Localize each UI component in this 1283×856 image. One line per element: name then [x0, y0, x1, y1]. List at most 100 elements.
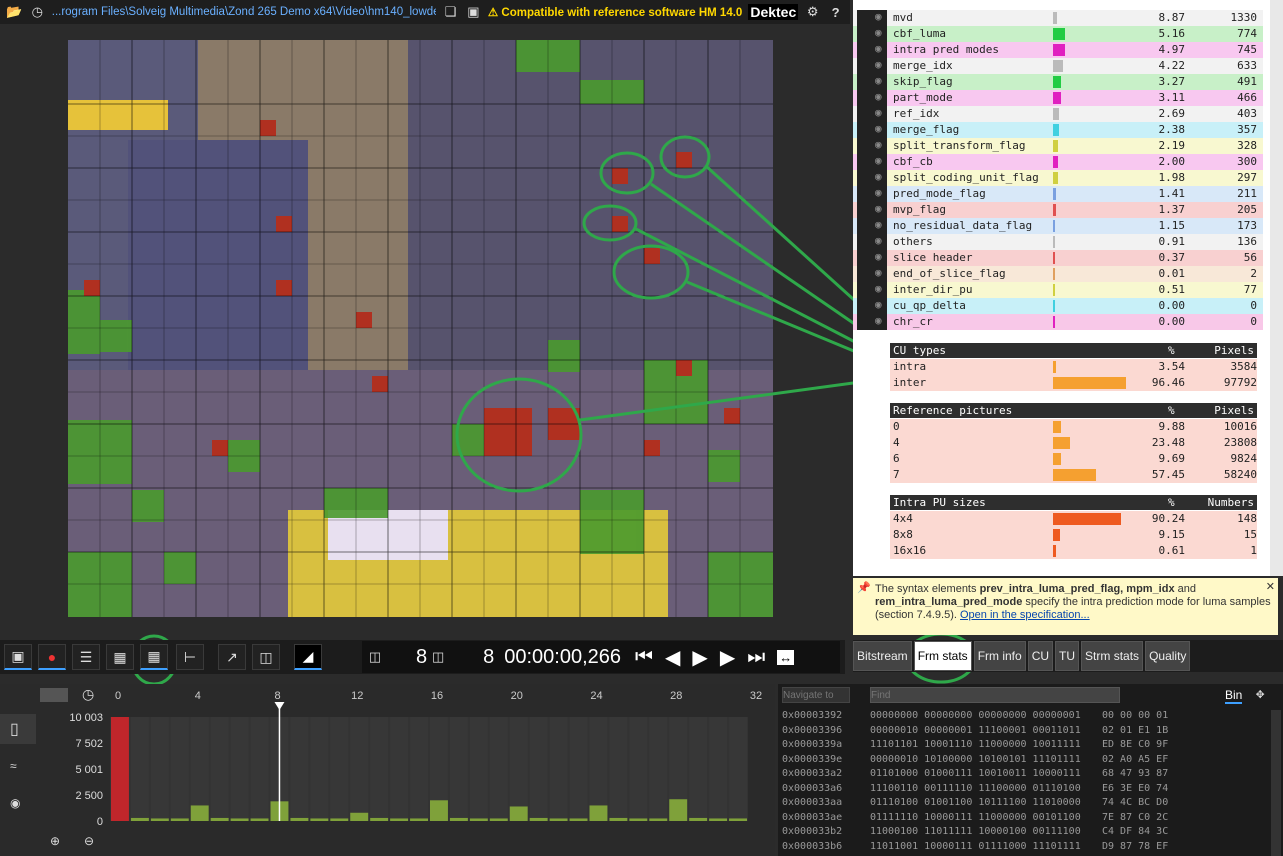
color-planes-button[interactable]: ●	[38, 644, 66, 670]
ref_pics-row[interactable]: 4 23.48 23808	[890, 435, 1257, 451]
intra_pu-row[interactable]: 8x8 9.15 15	[890, 527, 1257, 543]
eye-icon[interactable]: ◉	[875, 186, 882, 199]
hex-row[interactable]: 0x00003396 00000010 00000001 11100001 000…	[782, 725, 1168, 740]
eye-icon[interactable]: ◉	[875, 58, 882, 71]
frame-bar[interactable]	[569, 818, 588, 821]
grid-view-button[interactable]: ▦	[106, 644, 134, 670]
eye-icon[interactable]: ◉	[875, 250, 882, 263]
hex-row[interactable]: 0x000033aa 01110100 01001100 10111100 110…	[782, 797, 1168, 812]
hex-row[interactable]: 0x000033b6 11011001 10000111 01111000 111…	[782, 841, 1168, 856]
hex-row[interactable]: 0x0000339e 00000010 10100000 10100101 111…	[782, 754, 1168, 769]
tab-strm-stats[interactable]: Strm stats	[1081, 641, 1144, 671]
play-icon[interactable]: ▶	[692, 645, 707, 670]
syntax-row[interactable]: ◉ no_residual_data_flag 1.15 173	[853, 218, 1263, 234]
syntax-row[interactable]: ◉ mvp_flag 1.37 205	[853, 202, 1263, 218]
frame-bar[interactable]	[469, 818, 488, 821]
frame-bar[interactable]	[589, 805, 608, 821]
overlay-toggle-button[interactable]: ◢	[294, 644, 322, 670]
tab-tu[interactable]: TU	[1055, 641, 1080, 671]
syntax-row[interactable]: ◉ mvd 8.87 1330	[853, 10, 1263, 26]
syntax-row[interactable]: ◉ intra pred modes 4.97 745	[853, 42, 1263, 58]
ref_pics-row[interactable]: 0 9.88 10016	[890, 419, 1257, 435]
previous-frame-icon[interactable]: ◀	[665, 645, 680, 670]
frame-bar[interactable]	[390, 818, 409, 821]
frame-bar[interactable]	[330, 818, 349, 821]
eye-icon[interactable]: ◉	[875, 298, 882, 311]
frame-bar[interactable]	[190, 805, 209, 821]
pu-tree-button[interactable]: ⊢	[176, 644, 204, 670]
frame-bar[interactable]	[709, 818, 728, 821]
frame-bar[interactable]	[689, 817, 708, 821]
stats-scrollbar[interactable]	[1270, 0, 1283, 576]
hex-row[interactable]: 0x000033ae 01111110 10000111 11000000 001…	[782, 812, 1168, 827]
spec-link[interactable]: Open in the specification...	[960, 609, 1090, 621]
hex-row[interactable]: 0x0000339a 11101101 10001110 11000000 100…	[782, 739, 1168, 754]
frame-bar[interactable]	[130, 817, 149, 821]
frame-bar[interactable]	[729, 818, 747, 821]
picture-view-button[interactable]: ▣	[4, 644, 32, 670]
eye-icon[interactable]: ◉	[875, 234, 882, 247]
move-icon[interactable]: ✥	[1256, 686, 1264, 702]
frame-bar[interactable]	[370, 817, 389, 821]
hex-row[interactable]: 0x00003392 00000000 00000000 00000000 000…	[782, 710, 1168, 725]
syntax-row[interactable]: ◉ ref_idx 2.69 403	[853, 106, 1263, 122]
frame-bar[interactable]	[170, 818, 189, 821]
hex-scrollbar[interactable]	[1271, 710, 1281, 856]
tab-quality[interactable]: Quality	[1145, 641, 1191, 671]
eye-icon[interactable]: ◉	[875, 26, 882, 39]
cu_types-row[interactable]: inter 96.46 97792	[890, 375, 1257, 391]
tab-bitstream[interactable]: Bitstream	[853, 641, 912, 671]
syntax-row[interactable]: ◉ split_coding_unit_flag 1.98 297	[853, 170, 1263, 186]
open-folder-icon[interactable]: 📂	[6, 3, 23, 21]
eye-icon[interactable]: ◉	[875, 106, 882, 119]
frame-bar[interactable]	[290, 817, 309, 821]
hex-row[interactable]: 0x000033a6 11100110 00111110 11100000 011…	[782, 783, 1168, 798]
syntax-row[interactable]: ◉ chr_cr 0.00 0	[853, 314, 1263, 330]
list-view-button[interactable]: ☰	[72, 644, 100, 670]
navigate-input[interactable]	[782, 687, 850, 703]
hex-row[interactable]: 0x000033a2 01101000 01000111 10010011 100…	[782, 768, 1168, 783]
pin-icon[interactable]: 📌	[857, 582, 871, 595]
motion-vectors-button[interactable]: ↗	[218, 644, 246, 670]
syntax-row[interactable]: ◉ slice header 0.37 56	[853, 250, 1263, 266]
frame-bar[interactable]	[649, 818, 668, 821]
eye-icon[interactable]: ◉	[875, 138, 882, 151]
next-frame-icon[interactable]: ▶	[720, 645, 735, 670]
frame-bar[interactable]	[350, 812, 369, 821]
find-input[interactable]	[870, 687, 1120, 703]
tab-frm-stats[interactable]: Frm stats	[913, 641, 972, 671]
syntax-row[interactable]: ◉ merge_idx 4.22 633	[853, 58, 1263, 74]
syntax-row[interactable]: ◉ others 0.91 136	[853, 234, 1263, 250]
cu_types-row[interactable]: intra 3.54 3584	[890, 359, 1257, 375]
help-button[interactable]: ?	[827, 3, 844, 21]
frame-bar[interactable]	[111, 717, 129, 821]
frame-bar[interactable]	[210, 817, 229, 821]
frame-bar[interactable]	[150, 818, 169, 821]
frame-bar[interactable]	[509, 806, 528, 821]
eye-icon[interactable]: ◉	[875, 266, 882, 279]
eye-icon[interactable]: ◉	[875, 122, 882, 135]
frame-bar[interactable]	[230, 818, 249, 821]
eye-icon[interactable]: ◉	[875, 90, 882, 103]
eye-icon[interactable]: ◉	[875, 170, 882, 183]
frame-bar[interactable]	[410, 818, 428, 821]
syntax-row[interactable]: ◉ part_mode 3.11 466	[853, 90, 1263, 106]
eye-icon[interactable]: ◉	[875, 314, 882, 327]
syntax-row[interactable]: ◉ cbf_luma 5.16 774	[853, 26, 1263, 42]
syntax-row[interactable]: ◉ cbf_cb 2.00 300	[853, 154, 1263, 170]
eye-icon[interactable]: ◉	[875, 218, 882, 231]
frame-number[interactable]: 8	[416, 646, 427, 669]
first-frame-icon[interactable]: ⏮	[635, 646, 653, 669]
ref-frames-button[interactable]: ◫	[252, 644, 280, 670]
tab-cu[interactable]: CU	[1027, 641, 1054, 671]
frame-bar[interactable]	[449, 817, 468, 821]
eye-icon[interactable]: ◉	[875, 42, 882, 55]
file-info-icon[interactable]: ▣	[465, 3, 482, 21]
syntax-row[interactable]: ◉ merge_flag 2.38 357	[853, 122, 1263, 138]
bin-mode-button[interactable]: Bin	[1225, 688, 1243, 704]
settings-gear-icon[interactable]: ⚙	[804, 3, 821, 21]
tab-frm-info[interactable]: Frm info	[973, 641, 1026, 671]
syntax-row[interactable]: ◉ split_transform_flag 2.19 328	[853, 138, 1263, 154]
timecode[interactable]: 00:00:00,266	[504, 646, 621, 669]
frame-bar[interactable]	[629, 818, 648, 821]
